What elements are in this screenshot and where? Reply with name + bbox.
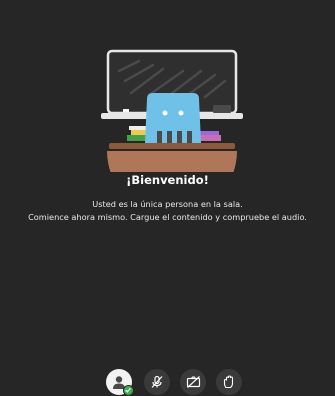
welcome-illustration	[97, 47, 247, 216]
classroom-illustration	[101, 49, 243, 216]
welcome-message-line-1: Usted es la única persona en la sala.	[92, 199, 243, 209]
raise-hand-button[interactable]	[216, 369, 242, 395]
check-icon	[125, 387, 131, 393]
camera-off-icon	[186, 376, 200, 388]
table-top	[109, 143, 235, 149]
call-controls-bar	[0, 369, 335, 396]
status-indicator	[123, 385, 134, 396]
character-leg-2	[167, 131, 172, 143]
character-body	[145, 93, 201, 143]
character-leg-3	[177, 131, 182, 143]
character-eye-left	[162, 110, 168, 116]
chalk-stick	[123, 109, 129, 112]
backdrop-dome	[107, 151, 237, 216]
microphone-toggle-button[interactable]	[144, 369, 170, 395]
mic-muted-icon	[151, 375, 163, 388]
user-button[interactable]	[106, 369, 134, 396]
character-leg-4	[187, 131, 192, 143]
welcome-title: ¡Bienvenido!	[126, 173, 209, 187]
raise-hand-icon	[223, 375, 234, 389]
character-leg-1	[157, 131, 162, 143]
eraser	[213, 105, 231, 113]
camera-toggle-button[interactable]	[180, 369, 206, 395]
character-eye-right	[178, 110, 184, 116]
welcome-message-line-2: Comience ahora mismo. Cargue el contenid…	[28, 212, 307, 222]
